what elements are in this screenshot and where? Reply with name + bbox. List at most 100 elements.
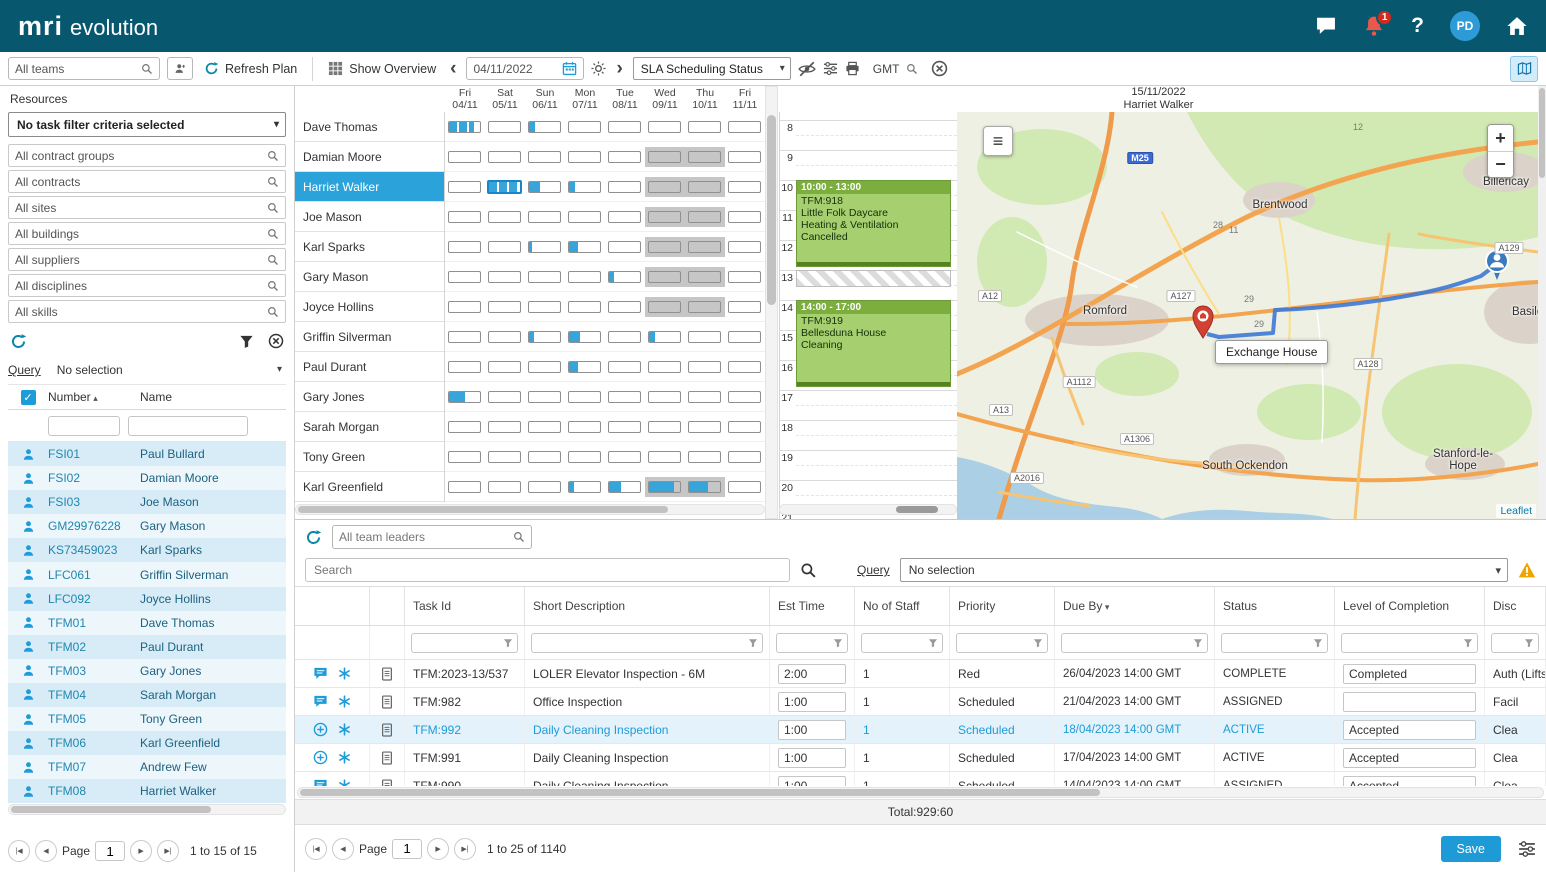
hour-row-8[interactable]: 8 bbox=[780, 120, 957, 150]
schedule-cell[interactable] bbox=[725, 322, 765, 352]
resources-first-page-button[interactable] bbox=[8, 840, 30, 862]
settings-sliders-icon[interactable] bbox=[1518, 840, 1536, 858]
funnel-icon[interactable] bbox=[833, 638, 843, 648]
schedule-cell[interactable] bbox=[445, 262, 485, 292]
search-icon[interactable] bbox=[267, 228, 279, 240]
schedule-cell[interactable] bbox=[445, 232, 485, 262]
search-icon[interactable] bbox=[267, 202, 279, 214]
scheduler-resource-griffin-silverman[interactable]: Griffin Silverman bbox=[295, 322, 444, 352]
date-picker[interactable]: 04/11/2022 bbox=[466, 57, 584, 80]
schedule-cell[interactable] bbox=[685, 202, 725, 232]
search-icon[interactable] bbox=[267, 176, 279, 188]
resource-row[interactable]: TFM07Andrew Few bbox=[8, 755, 286, 779]
day-header-06-11[interactable]: Sun06/11 bbox=[525, 86, 565, 112]
person-icon[interactable] bbox=[22, 568, 35, 581]
task-row-tfm-2023-13-537[interactable]: TFM:2023-13/537LOLER Elevator Inspection… bbox=[295, 660, 1546, 688]
schedule-cell[interactable] bbox=[445, 112, 485, 142]
column-header-number[interactable]: Number bbox=[48, 390, 140, 404]
scheduler-resource-sarah-morgan[interactable]: Sarah Morgan bbox=[295, 412, 444, 442]
task-row-tfm-982[interactable]: TFM:982Office Inspection1:001Scheduled21… bbox=[295, 688, 1546, 716]
resource-row[interactable]: TFM08Harriet Walker bbox=[8, 779, 286, 803]
right-vertical-scrollbar[interactable] bbox=[1538, 86, 1546, 519]
timezone-search-icon[interactable] bbox=[906, 63, 918, 75]
scheduler-resource-paul-durant[interactable]: Paul Durant bbox=[295, 352, 444, 382]
hour-row-18[interactable]: 18 bbox=[780, 420, 957, 450]
schedule-cell[interactable] bbox=[525, 322, 565, 352]
person-icon[interactable] bbox=[22, 785, 35, 798]
team-leader-filter[interactable]: All team leaders bbox=[332, 525, 532, 549]
schedule-cell[interactable] bbox=[445, 472, 485, 502]
add-icon[interactable] bbox=[313, 750, 328, 765]
schedule-cell[interactable] bbox=[565, 472, 605, 502]
search-icon[interactable] bbox=[267, 306, 279, 318]
filter-input-desc[interactable] bbox=[531, 633, 763, 653]
schedule-cell[interactable] bbox=[605, 292, 645, 322]
document-icon[interactable] bbox=[380, 779, 394, 787]
resource-action-button[interactable] bbox=[167, 57, 193, 80]
filter-input-completion[interactable] bbox=[1341, 633, 1478, 653]
schedule-cell[interactable] bbox=[485, 352, 525, 382]
schedule-cell[interactable] bbox=[525, 472, 565, 502]
search-icon[interactable] bbox=[267, 280, 279, 292]
schedule-cell[interactable] bbox=[685, 172, 725, 202]
schedule-cell[interactable] bbox=[685, 472, 725, 502]
recurring-icon[interactable] bbox=[338, 779, 351, 786]
add-icon[interactable] bbox=[313, 722, 328, 737]
schedule-cell[interactable] bbox=[445, 292, 485, 322]
tasks-last-page-button[interactable] bbox=[454, 838, 476, 860]
name-filter-input[interactable] bbox=[128, 416, 248, 436]
schedule-cell[interactable] bbox=[525, 202, 565, 232]
person-icon[interactable] bbox=[22, 592, 35, 605]
filter-input-due[interactable] bbox=[1061, 633, 1208, 653]
hide-completed-icon[interactable] bbox=[798, 60, 816, 78]
schedule-cell[interactable] bbox=[565, 442, 605, 472]
recurring-icon[interactable] bbox=[338, 723, 351, 736]
completion-input[interactable]: Accepted bbox=[1343, 748, 1476, 768]
schedule-cell[interactable] bbox=[485, 232, 525, 262]
schedule-cell[interactable] bbox=[565, 292, 605, 322]
task-row-tfm-991[interactable]: TFM:991Daily Cleaning Inspection1:001Sch… bbox=[295, 744, 1546, 772]
scheduler-resource-karl-sparks[interactable]: Karl Sparks bbox=[295, 232, 444, 262]
map-attribution[interactable]: Leaflet bbox=[1496, 504, 1536, 518]
hour-row-19[interactable]: 19 bbox=[780, 450, 957, 480]
resources-prev-page-button[interactable] bbox=[35, 840, 57, 862]
task-filter-select[interactable]: No task filter criteria selected bbox=[8, 112, 286, 137]
schedule-cell[interactable] bbox=[685, 352, 725, 382]
schedule-cell[interactable] bbox=[645, 262, 685, 292]
schedule-cell[interactable] bbox=[605, 412, 645, 442]
user-avatar[interactable]: PD bbox=[1450, 11, 1480, 41]
column-header-est[interactable]: Est Time bbox=[770, 587, 855, 625]
person-icon[interactable] bbox=[22, 640, 35, 653]
resource-row[interactable]: TFM03Gary Jones bbox=[8, 659, 286, 683]
funnel-icon[interactable] bbox=[503, 638, 513, 648]
refresh-icon[interactable] bbox=[10, 333, 27, 350]
est-input[interactable]: 1:00 bbox=[778, 720, 846, 740]
schedule-cell[interactable] bbox=[645, 172, 685, 202]
completion-input[interactable]: Accepted bbox=[1343, 776, 1476, 787]
comment-icon[interactable] bbox=[313, 666, 328, 681]
resource-row[interactable]: FSI01Paul Bullard bbox=[8, 442, 286, 466]
filter-input-disc[interactable] bbox=[1491, 633, 1539, 653]
column-header-disc[interactable]: Disc bbox=[1485, 587, 1546, 625]
schedule-cell[interactable] bbox=[525, 352, 565, 382]
schedule-cell[interactable] bbox=[605, 442, 645, 472]
scheduler-resource-karl-greenfield[interactable]: Karl Greenfield bbox=[295, 472, 444, 502]
toggle-map-button[interactable] bbox=[1510, 56, 1538, 82]
est-input[interactable]: 1:00 bbox=[778, 776, 846, 787]
funnel-icon[interactable] bbox=[748, 638, 758, 648]
document-icon[interactable] bbox=[380, 695, 394, 709]
task-row-tfm-992[interactable]: TFM:992Daily Cleaning Inspection1:001Sch… bbox=[295, 716, 1546, 744]
query-select[interactable]: No selection bbox=[51, 360, 286, 380]
schedule-cell[interactable] bbox=[445, 202, 485, 232]
previous-day-button[interactable] bbox=[447, 58, 459, 80]
resources-page-input[interactable] bbox=[95, 841, 125, 861]
select-all-checkbox[interactable] bbox=[21, 390, 36, 405]
dayview-horizontal-scrollbar[interactable] bbox=[779, 504, 957, 515]
schedule-cell[interactable] bbox=[685, 322, 725, 352]
notifications-button[interactable]: 1 bbox=[1363, 15, 1385, 37]
schedule-cell[interactable] bbox=[565, 322, 605, 352]
schedule-cell[interactable] bbox=[645, 412, 685, 442]
sidebar-filter-all-sites[interactable]: All sites bbox=[8, 196, 286, 219]
column-header-status[interactable]: Status bbox=[1215, 587, 1335, 625]
schedule-cell[interactable] bbox=[565, 352, 605, 382]
